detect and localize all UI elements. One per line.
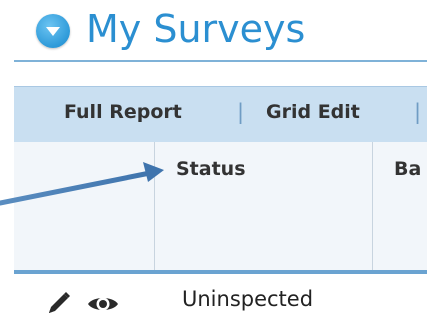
- page-title: My Surveys: [86, 7, 306, 51]
- table-header-row: Status Ba: [14, 142, 427, 270]
- column-header-ba[interactable]: Ba: [394, 158, 421, 180]
- column-header-status[interactable]: Status: [176, 158, 246, 180]
- chevron-down-icon: [46, 27, 60, 36]
- status-cell: Uninspected: [182, 287, 314, 311]
- column-divider: [372, 142, 373, 270]
- table-row: Uninspected: [14, 274, 427, 327]
- report-toolbar: Full Report | Grid Edit |: [14, 86, 427, 143]
- collapse-toggle-button[interactable]: [36, 14, 70, 48]
- my-surveys-panel: My Surveys Full Report | Grid Edit | Sta…: [0, 0, 427, 327]
- grid-edit-link[interactable]: Grid Edit: [266, 101, 360, 123]
- pencil-icon[interactable]: [44, 290, 72, 318]
- full-report-link[interactable]: Full Report: [64, 101, 182, 123]
- survey-header: My Surveys: [0, 0, 427, 60]
- eye-icon[interactable]: [86, 292, 120, 316]
- header-divider: [14, 60, 427, 62]
- column-divider: [154, 142, 155, 270]
- toolbar-separator: |: [237, 100, 245, 124]
- toolbar-separator: |: [414, 100, 422, 124]
